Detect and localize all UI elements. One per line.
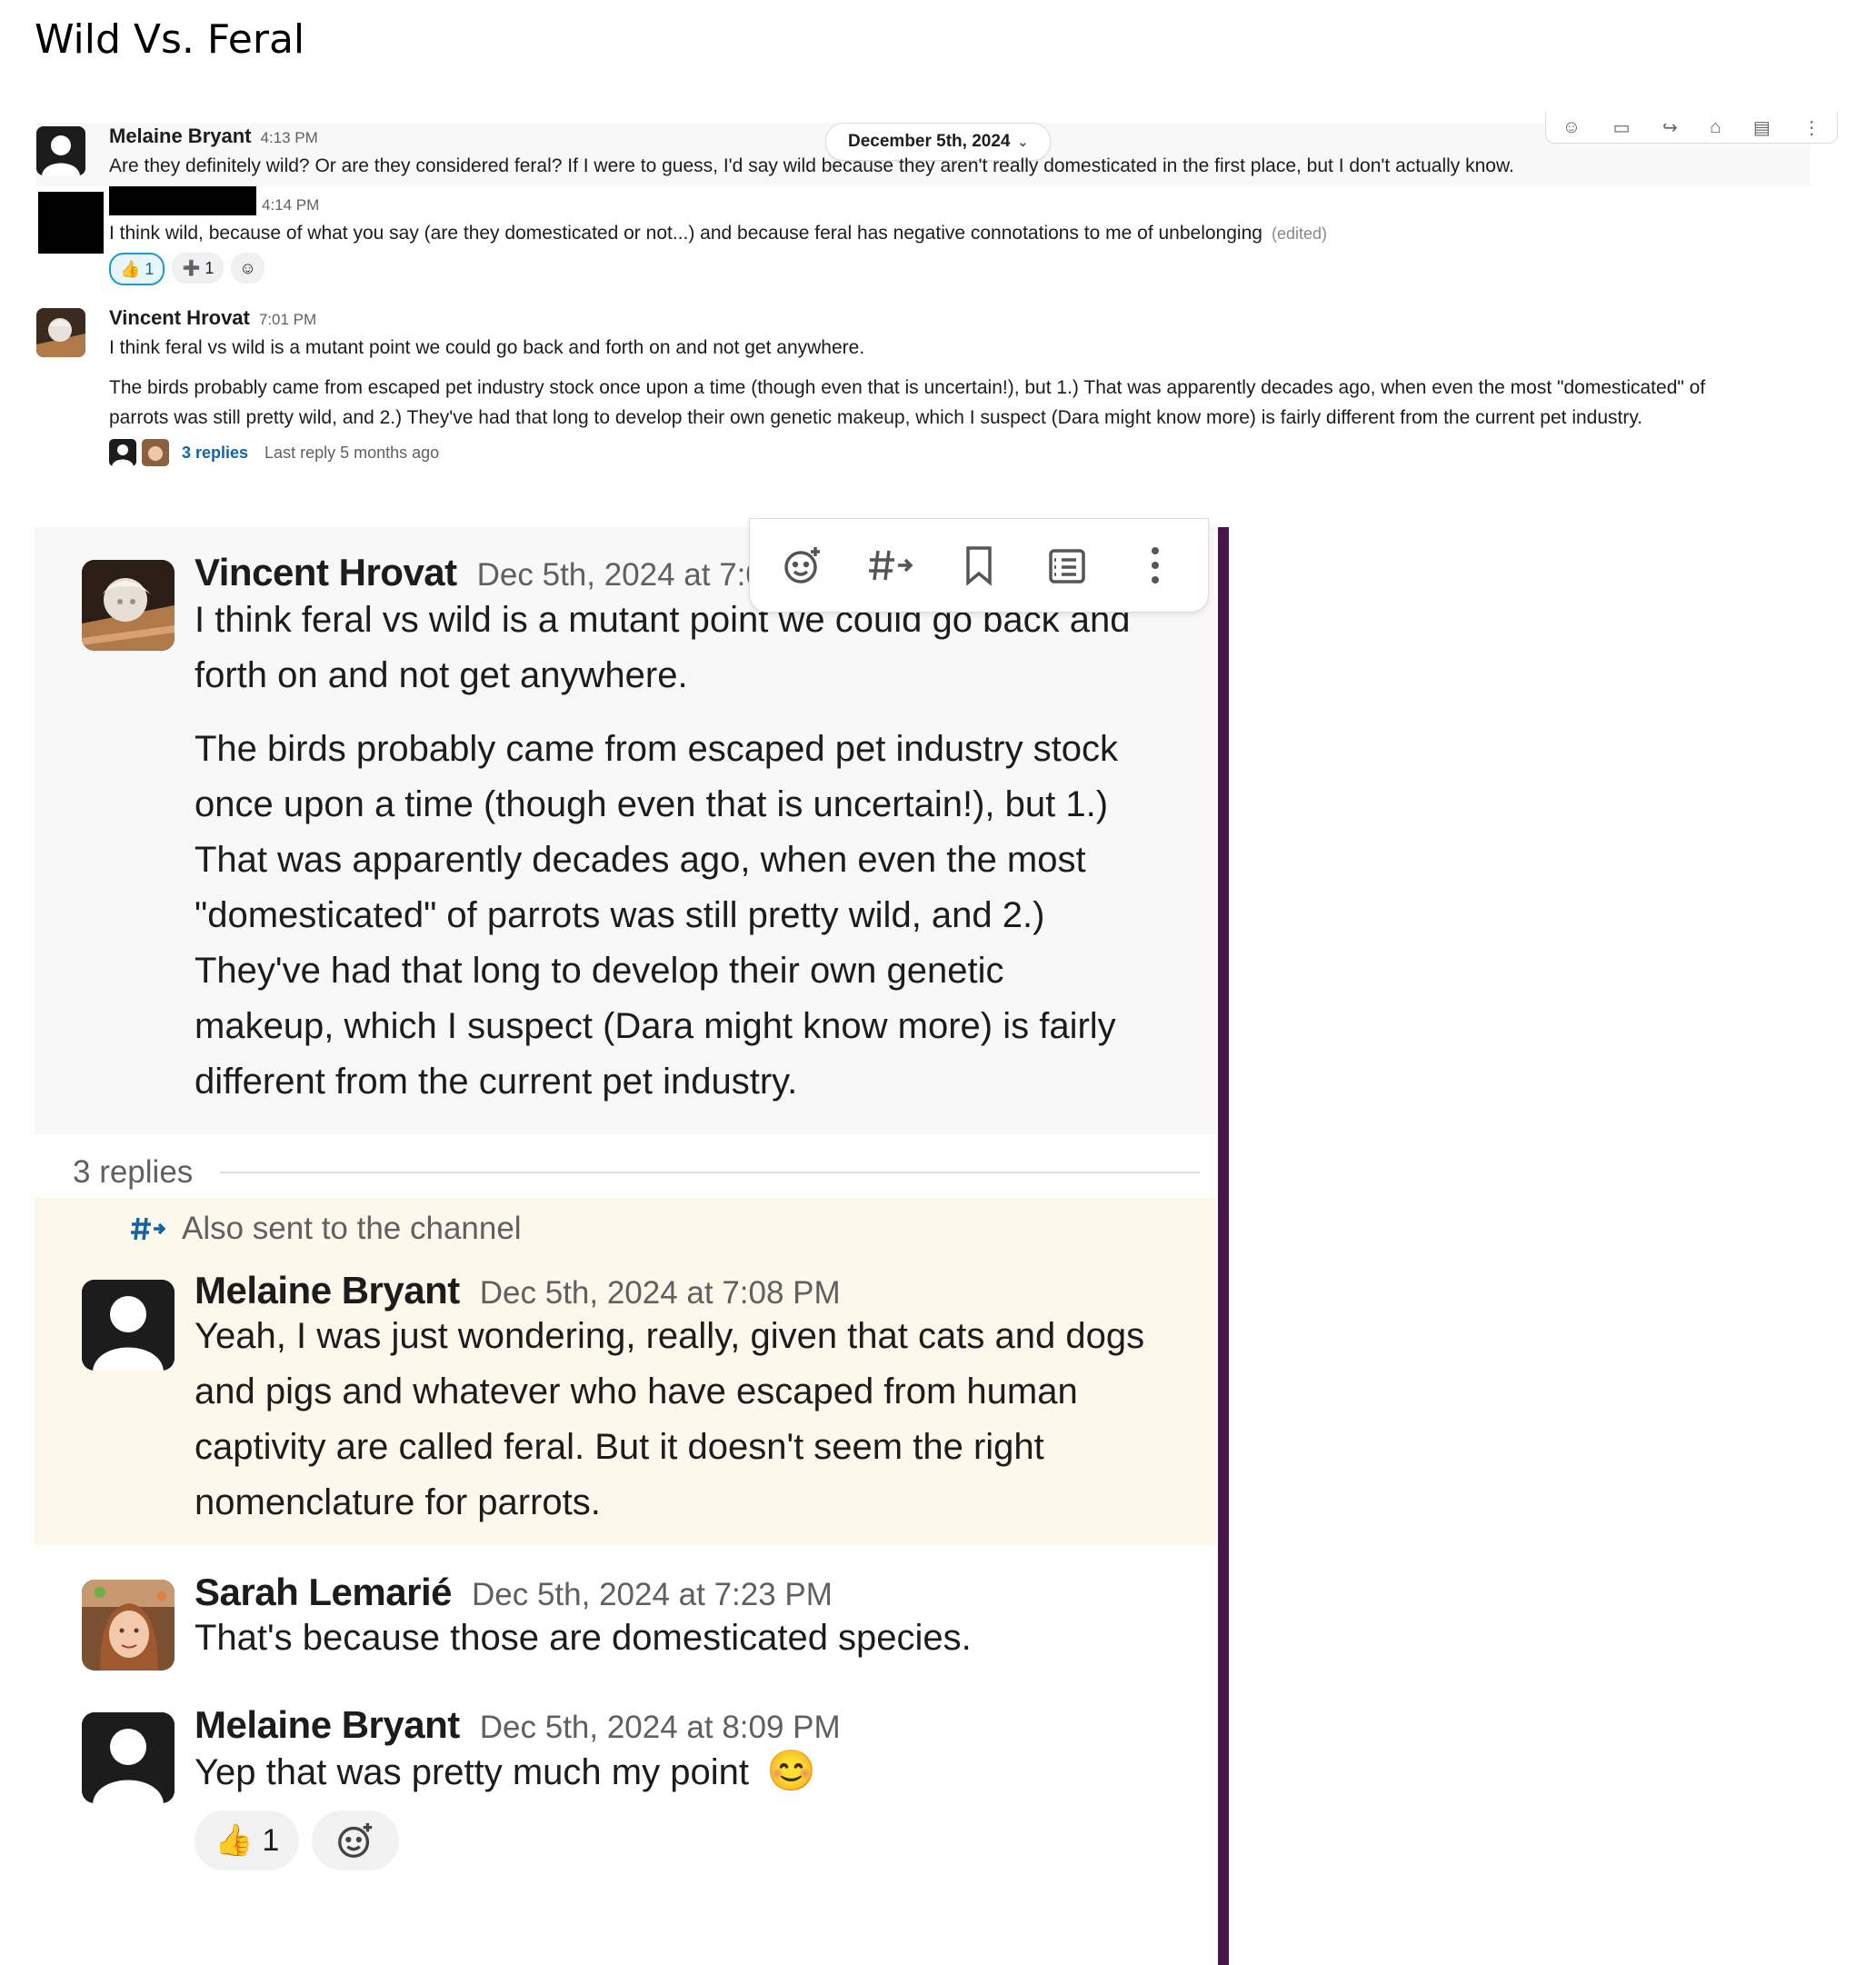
channel-hash-icon bbox=[131, 1217, 165, 1241]
message-timestamp[interactable]: 4:14 PM bbox=[262, 196, 319, 214]
message-text-line: once upon a time (though even that is un… bbox=[195, 784, 1109, 824]
reaction-plus-one[interactable]: ➕ 1 bbox=[172, 253, 225, 284]
save-icon[interactable]: ▤ bbox=[1753, 116, 1771, 139]
chevron-down-icon: ⌄ bbox=[1017, 135, 1029, 149]
message-timestamp[interactable]: Dec 5th, 2024 at 7:0 bbox=[477, 557, 763, 593]
message-author[interactable]: Melaine Bryant bbox=[109, 125, 252, 147]
bookmark-icon[interactable]: ⌂ bbox=[1710, 117, 1721, 138]
reaction-thumbs-up[interactable]: 👍 1 bbox=[195, 1810, 300, 1870]
message-text: The birds probably came from escaped pet… bbox=[109, 377, 1706, 398]
message-text-line: The birds probably came from escaped pet… bbox=[195, 729, 1119, 769]
message-author[interactable]: Vincent Hrovat bbox=[109, 306, 250, 329]
message-timestamp[interactable]: Dec 5th, 2024 at 8:09 PM bbox=[480, 1710, 841, 1746]
message-text-line: different from the current pet industry. bbox=[195, 1062, 798, 1102]
message-text: parrots was still pretty wild, and 2.) T… bbox=[109, 407, 1643, 428]
reaction-bar: 👍 1 ➕ 1 ☺ bbox=[109, 253, 264, 285]
message-timestamp[interactable]: 7:01 PM bbox=[259, 311, 316, 328]
also-sent-to-channel: Also sent to the channel bbox=[129, 1211, 522, 1247]
reaction-count: 1 bbox=[145, 259, 155, 278]
reaction-bar: 👍 1 bbox=[195, 1810, 400, 1870]
message-hover-toolbar bbox=[749, 518, 1209, 613]
avatar[interactable] bbox=[82, 560, 175, 651]
message-timestamp[interactable]: Dec 5th, 2024 at 7:23 PM bbox=[472, 1577, 833, 1613]
add-reaction-icon: ☺ bbox=[239, 258, 256, 277]
redacted-author bbox=[109, 186, 256, 215]
thread-replies-link[interactable]: 3 replies bbox=[182, 444, 248, 463]
thread-panel: Vincent Hrovat Dec 5th, 2024 at 7:0 I th… bbox=[35, 518, 1216, 1965]
more-actions-icon[interactable]: ⋮ bbox=[1802, 116, 1821, 139]
message-text-line: "domesticated" of parrots was still pret… bbox=[195, 895, 1045, 935]
thumbs-up-icon: 👍 bbox=[215, 1823, 254, 1858]
avatar[interactable] bbox=[36, 126, 85, 175]
avatar bbox=[109, 439, 136, 466]
divider-line bbox=[220, 1172, 1200, 1173]
add-reaction-button[interactable]: ☺ bbox=[231, 253, 264, 284]
message-text-line: They've had that long to develop their o… bbox=[195, 951, 1004, 991]
reply-icon[interactable]: ▭ bbox=[1613, 116, 1631, 139]
message-author[interactable]: Vincent Hrovat bbox=[195, 551, 457, 594]
message-text-line: Yep that was pretty much my point bbox=[195, 1752, 749, 1792]
message-text-line: That's because those are domesticated sp… bbox=[195, 1618, 972, 1658]
message-text: Are they definitely wild? Or are they co… bbox=[109, 155, 1514, 176]
message-text-line: captivity are called feral. But it doesn… bbox=[195, 1427, 1044, 1467]
thread-summary[interactable]: 3 replies Last reply 5 months ago bbox=[109, 439, 439, 466]
avatar[interactable] bbox=[36, 308, 85, 357]
channel-excerpt: December 5th, 2024 ⌄ ☺ ▭ ↪ ⌂ ▤ ⋮ Melaine … bbox=[36, 112, 1838, 468]
message-text-line: makeup, which I suspect (Dara might know… bbox=[195, 1006, 1116, 1046]
smiling-face-emoji: 😊 bbox=[766, 1749, 816, 1793]
reaction-count: 1 bbox=[262, 1822, 280, 1858]
add-reaction-icon[interactable] bbox=[777, 540, 828, 591]
message-timestamp[interactable]: 4:13 PM bbox=[261, 129, 318, 146]
message-text: I think wild, because of what you say (a… bbox=[109, 223, 1262, 244]
message-timestamp[interactable]: Dec 5th, 2024 at 7:08 PM bbox=[480, 1275, 841, 1312]
message-author[interactable]: Sarah Lemarié bbox=[195, 1571, 453, 1614]
add-reaction-button[interactable] bbox=[312, 1810, 400, 1870]
message-author[interactable]: Melaine Bryant bbox=[195, 1269, 460, 1312]
message-author[interactable]: Melaine Bryant bbox=[195, 1703, 460, 1747]
more-actions-icon[interactable] bbox=[1130, 540, 1181, 591]
add-reaction-icon bbox=[338, 1822, 373, 1858]
bookmark-icon[interactable] bbox=[953, 540, 1004, 591]
also-send-to-channel-icon[interactable] bbox=[865, 540, 916, 591]
move-to-list-icon[interactable] bbox=[1042, 540, 1093, 591]
message-actions-toolbar: ☺ ▭ ↪ ⌂ ▤ ⋮ bbox=[1545, 112, 1838, 144]
redacted-avatar bbox=[38, 192, 104, 254]
also-sent-label: Also sent to the channel bbox=[182, 1211, 522, 1246]
message-text: I think feral vs wild is a mutant point … bbox=[109, 337, 865, 358]
forward-icon[interactable]: ↪ bbox=[1662, 116, 1678, 139]
message-text-line: nomenclature for parrots. bbox=[195, 1482, 601, 1522]
thread-panel-border bbox=[1218, 527, 1229, 1965]
replies-count-label: 3 replies bbox=[73, 1154, 194, 1190]
plus-icon: ➕ bbox=[182, 261, 201, 276]
date-divider-label: December 5th, 2024 bbox=[848, 132, 1011, 151]
avatar[interactable] bbox=[82, 1580, 175, 1671]
edited-label: (edited) bbox=[1271, 224, 1327, 243]
last-reply-label: Last reply 5 months ago bbox=[264, 443, 440, 462]
document-title: Wild Vs. Feral bbox=[35, 16, 305, 63]
message-text-line: and pigs and whatever who have escaped f… bbox=[195, 1372, 1078, 1411]
thumbs-up-icon: 👍 bbox=[120, 259, 141, 278]
avatar[interactable] bbox=[82, 1280, 175, 1371]
message-text-line: forth on and not get anywhere. bbox=[195, 655, 688, 695]
avatar bbox=[142, 439, 169, 466]
message-text-line: Yeah, I was just wondering, really, give… bbox=[195, 1316, 1145, 1356]
message-text-line: That was apparently decades ago, when ev… bbox=[195, 840, 1086, 880]
avatar[interactable] bbox=[82, 1712, 175, 1803]
reaction-count: 1 bbox=[205, 258, 215, 277]
replies-divider: 3 replies bbox=[73, 1154, 1200, 1191]
add-reaction-icon[interactable]: ☺ bbox=[1562, 117, 1581, 138]
reaction-thumbs-up[interactable]: 👍 1 bbox=[109, 253, 165, 285]
